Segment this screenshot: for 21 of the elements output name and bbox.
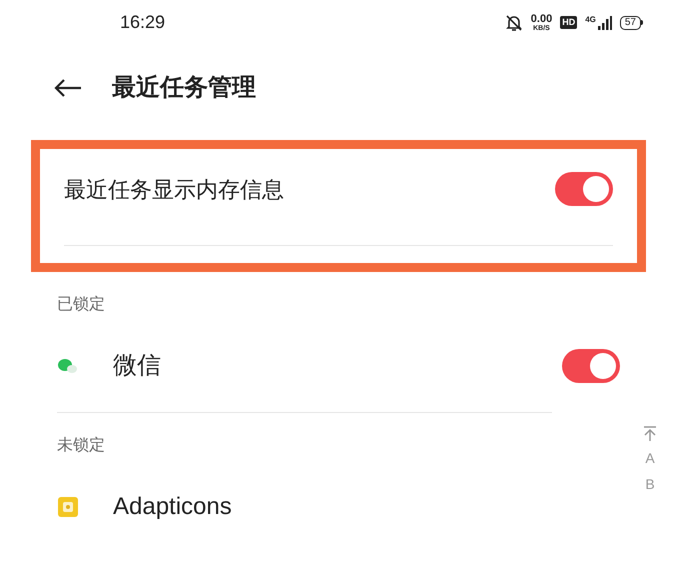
status-time: 16:29 (120, 11, 166, 34)
muted-bell-icon (504, 14, 523, 32)
section-header: 未锁定 (57, 436, 105, 456)
index-letter[interactable]: B (645, 474, 655, 494)
network-type: 4G (585, 16, 596, 24)
toggle-switch[interactable] (562, 349, 620, 383)
scroll-to-top-icon[interactable] (643, 426, 657, 442)
section-header: 已锁定 (57, 294, 105, 315)
toggle-switch[interactable] (555, 172, 613, 206)
chat-bubble-icon (57, 357, 79, 375)
app-name: 微信 (113, 351, 162, 381)
setting-label: 最近任务显示内存信息 (64, 176, 284, 204)
app-name: Adapticons (113, 492, 233, 522)
signal-icon (598, 16, 612, 30)
hd-badge: HD (560, 16, 578, 29)
index-letter[interactable]: A (645, 448, 655, 468)
back-arrow-icon[interactable] (54, 78, 82, 98)
page-title: 最近任务管理 (112, 72, 256, 102)
network-speed: 0.00 (530, 14, 552, 24)
battery-indicator: 57 (620, 16, 643, 30)
square-icon (57, 496, 79, 518)
